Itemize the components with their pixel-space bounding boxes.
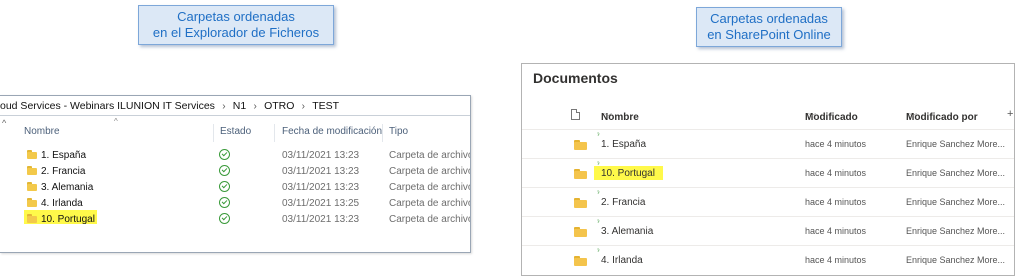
file-type: Carpeta de archivos bbox=[389, 214, 471, 225]
new-item-icon: ˀ bbox=[597, 249, 600, 256]
file-type: Carpeta de archivos bbox=[389, 182, 471, 193]
chevron-right-icon: › bbox=[222, 101, 226, 112]
file-row[interactable]: 2. Francia 03/11/2021 13:23 Carpeta de a… bbox=[0, 164, 470, 180]
item-name[interactable]: 3. Alemania bbox=[601, 226, 653, 237]
sync-ok-icon bbox=[219, 181, 230, 192]
file-date: 03/11/2021 13:23 bbox=[282, 166, 360, 177]
column-header-type[interactable]: Tipo bbox=[389, 126, 408, 137]
list-item[interactable]: ˀ 4. Irlanda hace 4 minutos Enrique Sanc… bbox=[522, 245, 1014, 274]
chevron-down-icon: ﹀ bbox=[808, 113, 816, 122]
column-divider[interactable] bbox=[213, 124, 214, 142]
item-modified: hace 4 minutos bbox=[805, 168, 867, 178]
folder-icon bbox=[27, 166, 37, 175]
item-name[interactable]: 1. España bbox=[601, 139, 646, 150]
folder-icon bbox=[574, 198, 587, 208]
library-title: Documentos bbox=[533, 70, 618, 86]
callout-line1: Carpetas ordenadas bbox=[177, 9, 295, 24]
file-type: Carpeta de archivos bbox=[389, 166, 471, 177]
file-name: 10. Portugal bbox=[41, 214, 95, 225]
item-modified: hace 4 minutos bbox=[805, 255, 867, 265]
folder-icon bbox=[27, 150, 37, 159]
callout-line2: en SharePoint Online bbox=[707, 27, 831, 42]
item-modified-by[interactable]: Enrique Sanchez More... bbox=[906, 197, 1005, 207]
column-divider[interactable] bbox=[274, 124, 275, 142]
list-item[interactable]: ˀ 10. Portugal hace 4 minutos Enrique Sa… bbox=[522, 158, 1014, 187]
new-item-icon: ˀ bbox=[597, 162, 600, 169]
list-item[interactable]: ˀ 2. Francia hace 4 minutos Enrique Sanc… bbox=[522, 187, 1014, 216]
breadcrumb-item[interactable]: OTRO bbox=[264, 96, 294, 115]
file-name: 1. España bbox=[41, 150, 87, 161]
item-name[interactable]: 10. Portugal bbox=[601, 168, 655, 179]
file-row[interactable]: 10. Portugal 03/11/2021 13:23 Carpeta de… bbox=[0, 212, 470, 228]
column-header-row: Nombre Estado Fecha de modificación Tipo bbox=[0, 124, 470, 142]
item-modified-by[interactable]: Enrique Sanchez More... bbox=[906, 255, 1005, 265]
sync-ok-icon bbox=[219, 149, 230, 160]
address-bar[interactable]: oud Services - Webinars ILUNION IT Servi… bbox=[0, 96, 470, 116]
add-column-icon[interactable]: + bbox=[1007, 108, 1013, 120]
file-explorer-window: oud Services - Webinars ILUNION IT Servi… bbox=[0, 95, 471, 253]
chevron-down-icon: ﹀ bbox=[909, 113, 917, 122]
folder-icon bbox=[27, 198, 37, 207]
chevron-right-icon: › bbox=[253, 101, 257, 112]
callout-line1: Carpetas ordenadas bbox=[710, 11, 828, 26]
column-header-name[interactable]: Nombre bbox=[24, 126, 60, 137]
sync-ok-icon bbox=[219, 197, 230, 208]
file-date: 03/11/2021 13:23 bbox=[282, 182, 360, 193]
breadcrumb-item[interactable]: oud Services - Webinars ILUNION IT Servi… bbox=[0, 96, 215, 115]
item-modified-by[interactable]: Enrique Sanchez More... bbox=[906, 139, 1005, 149]
column-header-status[interactable]: Estado bbox=[220, 126, 251, 137]
list-item[interactable]: ˀ 3. Alemania hace 4 minutos Enrique San… bbox=[522, 216, 1014, 245]
new-item-icon: ˀ bbox=[597, 191, 600, 198]
item-modified: hace 4 minutos bbox=[805, 226, 867, 236]
file-row[interactable]: 3. Alemania 03/11/2021 13:23 Carpeta de … bbox=[0, 180, 470, 196]
file-row[interactable]: 1. España 03/11/2021 13:23 Carpeta de ar… bbox=[0, 148, 470, 164]
column-header-date[interactable]: Fecha de modificación bbox=[282, 126, 382, 137]
sharepoint-library: Documentos Nombre ﹀ Modificado ﹀ Modificad… bbox=[521, 63, 1015, 276]
callout-explorer: Carpetas ordenadas en el Explorador de F… bbox=[138, 5, 334, 45]
breadcrumb-item[interactable]: TEST bbox=[312, 96, 339, 115]
new-item-icon: ˀ bbox=[597, 220, 600, 227]
sync-ok-icon bbox=[219, 213, 230, 224]
item-modified-by[interactable]: Enrique Sanchez More... bbox=[906, 226, 1005, 236]
file-date: 03/11/2021 13:23 bbox=[282, 214, 360, 225]
new-item-icon: ˀ bbox=[597, 133, 600, 140]
column-divider[interactable] bbox=[382, 124, 383, 142]
item-modified: hace 4 minutos bbox=[805, 197, 867, 207]
item-name[interactable]: 4. Irlanda bbox=[601, 255, 643, 266]
folder-icon bbox=[574, 256, 587, 266]
list-item[interactable]: ˀ 1. España hace 4 minutos Enrique Sanch… bbox=[522, 129, 1014, 158]
item-name[interactable]: 2. Francia bbox=[601, 197, 645, 208]
callout-line2: en el Explorador de Ficheros bbox=[152, 25, 320, 40]
file-name: 4. Irlanda bbox=[41, 198, 83, 209]
file-date: 03/11/2021 13:23 bbox=[282, 150, 360, 161]
chevron-right-icon: › bbox=[301, 101, 305, 112]
folder-icon bbox=[574, 169, 587, 179]
breadcrumb-item[interactable]: N1 bbox=[233, 96, 246, 115]
file-row[interactable]: 4. Irlanda 03/11/2021 13:25 Carpeta de a… bbox=[0, 196, 470, 212]
folder-icon bbox=[574, 140, 587, 150]
chevron-down-icon: ﹀ bbox=[604, 113, 612, 122]
file-name: 3. Alemania bbox=[41, 182, 94, 193]
column-header-row: Nombre ﹀ Modificado ﹀ Modificado por ﹀ + bbox=[522, 104, 1014, 126]
sync-ok-icon bbox=[219, 165, 230, 176]
file-date: 03/11/2021 13:25 bbox=[282, 198, 360, 209]
file-type: Carpeta de archivos bbox=[389, 150, 471, 161]
callout-sharepoint: Carpetas ordenadas en SharePoint Online bbox=[696, 7, 842, 47]
file-type: Carpeta de archivos bbox=[389, 198, 471, 209]
folder-icon bbox=[27, 214, 37, 223]
file-type-icon[interactable] bbox=[571, 109, 580, 120]
item-modified: hace 4 minutos bbox=[805, 139, 867, 149]
folder-icon bbox=[27, 182, 37, 191]
file-name: 2. Francia bbox=[41, 166, 86, 177]
folder-icon bbox=[574, 227, 587, 237]
item-modified-by[interactable]: Enrique Sanchez More... bbox=[906, 168, 1005, 178]
